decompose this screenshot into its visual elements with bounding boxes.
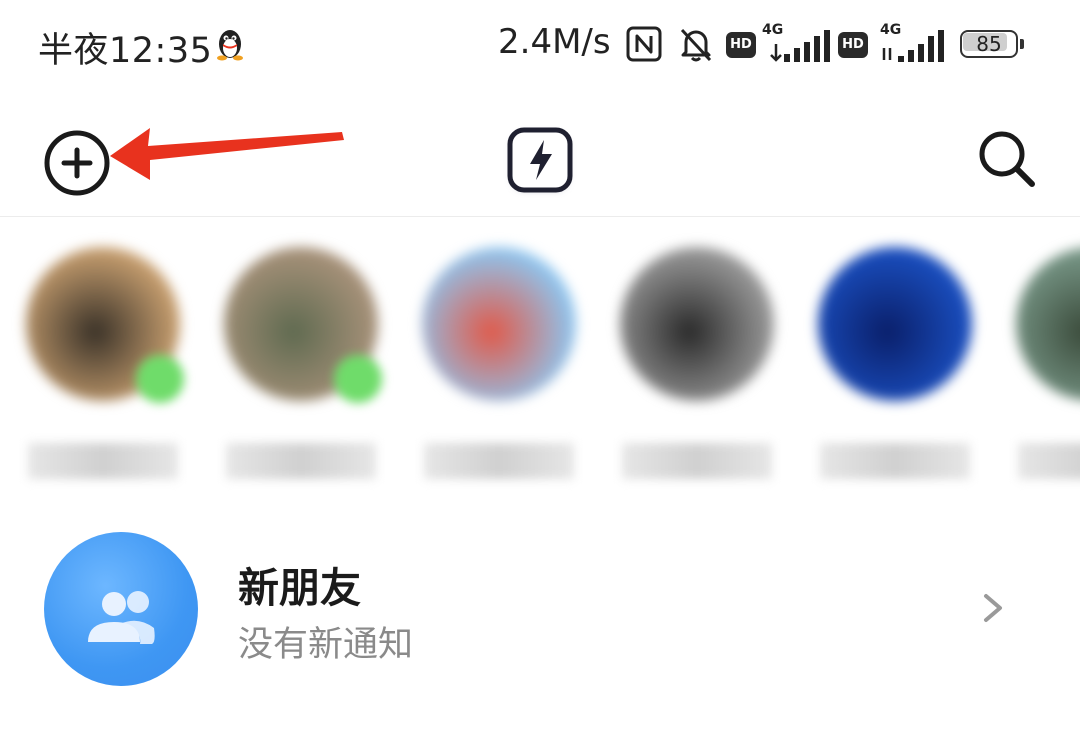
contact-name-blurred xyxy=(226,443,376,479)
hd-badge-2: HD xyxy=(838,32,868,58)
online-status-dot xyxy=(334,355,382,403)
recent-contact[interactable] xyxy=(18,237,188,487)
annotation-arrow xyxy=(110,128,344,180)
qq-icon xyxy=(217,30,243,61)
battery-level: 85 xyxy=(976,32,1002,56)
avatar xyxy=(1016,247,1080,401)
recent-contact[interactable] xyxy=(612,237,782,487)
contact-name-blurred xyxy=(622,443,772,479)
avatar xyxy=(818,247,972,401)
contact-name-blurred xyxy=(1018,443,1080,479)
bell-muted-icon xyxy=(680,28,712,62)
net-speed: 2.4M/s xyxy=(498,22,611,62)
battery-icon: 85 xyxy=(960,30,1026,60)
nfc-icon xyxy=(626,26,662,62)
search-icon[interactable] xyxy=(970,122,1046,198)
contact-name-blurred xyxy=(820,443,970,479)
new-friends-subtitle: 没有新通知 xyxy=(238,625,414,665)
recent-contact[interactable] xyxy=(810,237,980,487)
contact-name-blurred xyxy=(28,443,178,479)
contact-name-blurred xyxy=(424,443,574,479)
recent-contact[interactable] xyxy=(216,237,386,487)
recent-contact[interactable] xyxy=(1008,237,1080,487)
signal-icon-1: 4G xyxy=(762,22,832,66)
avatar xyxy=(422,247,576,401)
status-bar: 半夜12:35 2.4M/s HD 4G HD 4G 85 xyxy=(0,0,1080,92)
recent-contacts-row xyxy=(0,217,1080,497)
online-status-dot xyxy=(136,355,184,403)
hd-badge-1: HD xyxy=(726,32,756,58)
add-circle-icon[interactable] xyxy=(40,126,114,200)
signal-icon-2: 4G xyxy=(880,22,950,66)
new-friends-title: 新朋友 xyxy=(238,564,361,612)
top-app-bar xyxy=(0,92,1080,217)
new-friends-avatar xyxy=(44,532,198,686)
status-time: 半夜12:35 xyxy=(38,31,213,71)
recent-contact[interactable] xyxy=(414,237,584,487)
people-icon xyxy=(88,591,155,644)
flash-icon[interactable] xyxy=(502,122,578,198)
new-friends-row[interactable]: 新朋友 没有新通知 xyxy=(0,510,1080,710)
chevron-right-icon[interactable] xyxy=(978,588,1008,628)
avatar xyxy=(620,247,774,401)
